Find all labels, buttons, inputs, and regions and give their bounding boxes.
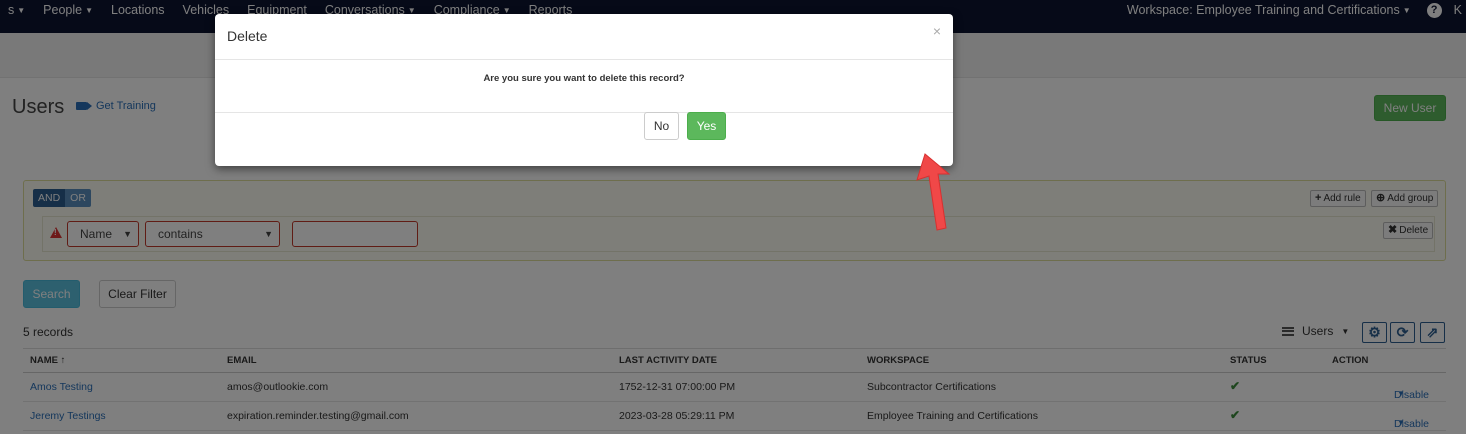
modal-title: Delete [227,28,268,44]
confirm-message: Are you sure you want to delete this rec… [483,73,685,84]
delete-confirm-dialog: Delete × Are you sure you want to delete… [215,14,953,166]
modal-header: Delete × [215,14,953,60]
annotation-arrow-icon [916,153,951,231]
yes-button[interactable]: Yes [687,112,726,140]
modal-body: Are you sure you want to delete this rec… [215,60,953,113]
no-button[interactable]: No [644,112,679,140]
close-icon[interactable]: × [933,23,941,39]
